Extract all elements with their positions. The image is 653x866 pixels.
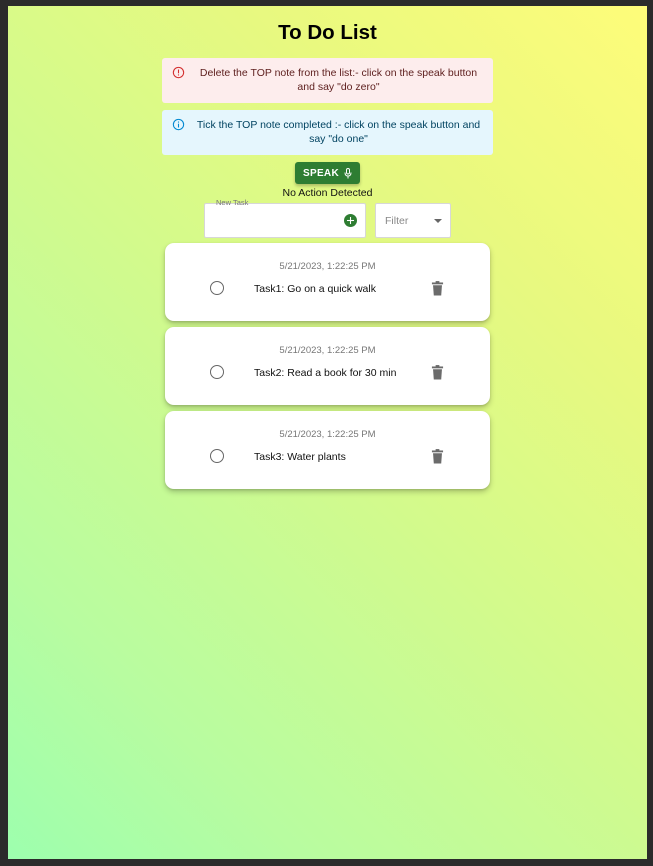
arrow-drop-down-icon: [434, 219, 442, 223]
task-text: Task2: Read a book for 30 min: [254, 367, 397, 379]
trash-icon[interactable]: [431, 281, 444, 296]
radio-unchecked-icon[interactable]: [210, 449, 224, 463]
task-timestamp: 5/21/2023, 1:22:25 PM: [279, 345, 376, 356]
filter-select[interactable]: Filter: [375, 203, 451, 238]
speak-button[interactable]: SPEAK: [295, 162, 360, 184]
add-circle-icon[interactable]: [344, 214, 357, 227]
filter-label: Filter: [385, 215, 409, 227]
speech-status: No Action Detected: [282, 187, 373, 199]
trash-icon[interactable]: [431, 449, 444, 464]
new-task-input[interactable]: [209, 212, 337, 230]
radio-unchecked-icon[interactable]: [210, 281, 224, 295]
app-root: To Do List Delete the TOP note from the …: [8, 6, 647, 859]
new-task-label: New Task: [216, 198, 249, 207]
radio-unchecked-icon[interactable]: [210, 365, 224, 379]
error-alert-text: Delete the TOP note from the list:- clic…: [199, 67, 478, 93]
task-timestamp: 5/21/2023, 1:22:25 PM: [279, 429, 376, 440]
info-outline-icon: [172, 118, 185, 131]
trash-icon[interactable]: [431, 365, 444, 380]
new-task-field[interactable]: [204, 203, 366, 238]
mic-icon: [344, 167, 352, 178]
speak-button-label: SPEAK: [303, 167, 339, 179]
task-timestamp: 5/21/2023, 1:22:25 PM: [279, 261, 376, 272]
error-outline-icon: [172, 66, 185, 79]
task-text: Task1: Go on a quick walk: [254, 283, 376, 295]
info-alert-text: Tick the TOP note completed :- click on …: [196, 119, 481, 145]
task-card: 5/21/2023, 1:22:25 PM Task2: Read a book…: [165, 327, 490, 405]
task-card: 5/21/2023, 1:22:25 PM Task3: Water plant…: [165, 411, 490, 489]
error-alert: Delete the TOP note from the list:- clic…: [162, 58, 493, 103]
page-title: To Do List: [278, 21, 377, 44]
task-text: Task3: Water plants: [254, 451, 346, 463]
info-alert: Tick the TOP note completed :- click on …: [162, 110, 493, 155]
task-card: 5/21/2023, 1:22:25 PM Task1: Go on a qui…: [165, 243, 490, 321]
